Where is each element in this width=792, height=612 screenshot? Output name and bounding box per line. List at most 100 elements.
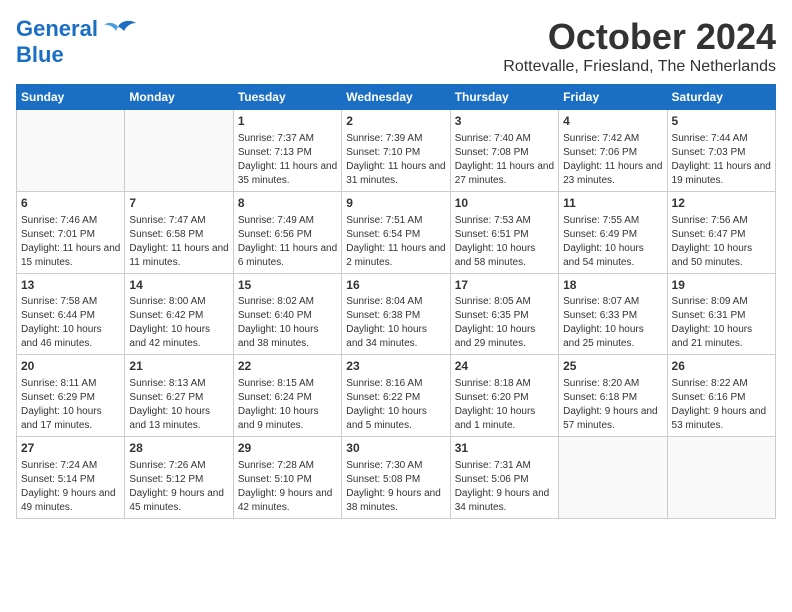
day-number: 23: [346, 358, 445, 375]
day-number: 25: [563, 358, 662, 375]
day-number: 6: [21, 195, 120, 212]
day-number: 17: [455, 277, 554, 294]
calendar-day-cell: 25 Sunrise: 8:20 AMSunset: 6:18 PMDayligh…: [559, 355, 667, 437]
day-number: 1: [238, 113, 337, 130]
day-info: Sunrise: 7:51 AMSunset: 6:54 PMDaylight:…: [346, 214, 445, 270]
day-number: 31: [455, 440, 554, 457]
calendar-day-cell: 6 Sunrise: 7:46 AMSunset: 7:01 PMDaylight…: [17, 191, 125, 273]
day-info: Sunrise: 8:13 AMSunset: 6:27 PMDaylight:…: [129, 377, 228, 433]
day-info: Sunrise: 8:07 AMSunset: 6:33 PMDaylight:…: [563, 295, 662, 351]
weekday-header: Sunday: [17, 85, 125, 110]
weekday-header: Friday: [559, 85, 667, 110]
calendar-week-row: 13Sunrise: 7:58 AMSunset: 6:44 PMDayligh…: [17, 273, 776, 355]
day-info: Sunrise: 7:47 AMSunset: 6:58 PMDaylight:…: [129, 214, 228, 270]
calendar-day-cell: [125, 110, 233, 192]
calendar-week-row: 1 Sunrise: 7:37 AMSunset: 7:13 PMDaylight…: [17, 110, 776, 192]
calendar-day-cell: 18Sunrise: 8:07 AMSunset: 6:33 PMDayligh…: [559, 273, 667, 355]
calendar-header-row: SundayMondayTuesdayWednesdayThursdayFrid…: [17, 85, 776, 110]
day-info: Sunrise: 7:39 AMSunset: 7:10 PMDaylight:…: [346, 132, 445, 188]
calendar-day-cell: 7 Sunrise: 7:47 AMSunset: 6:58 PMDaylight…: [125, 191, 233, 273]
calendar-day-cell: 22Sunrise: 8:15 AMSunset: 6:24 PMDayligh…: [233, 355, 341, 437]
weekday-header: Monday: [125, 85, 233, 110]
day-info: Sunrise: 7:46 AMSunset: 7:01 PMDaylight:…: [21, 214, 120, 270]
weekday-header: Saturday: [667, 85, 775, 110]
calendar-day-cell: [559, 437, 667, 519]
calendar-day-cell: 8Sunrise: 7:49 AMSunset: 6:56 PMDaylight…: [233, 191, 341, 273]
calendar-day-cell: [667, 437, 775, 519]
logo-text: GeneralBlue: [16, 16, 98, 68]
day-info: Sunrise: 7:55 AMSunset: 6:49 PMDaylight:…: [563, 214, 662, 270]
calendar-day-cell: 10 Sunrise: 7:53 AMSunset: 6:51 PMDayligh…: [450, 191, 558, 273]
calendar-day-cell: 30Sunrise: 7:30 AMSunset: 5:08 PMDayligh…: [342, 437, 450, 519]
day-info: Sunrise: 7:37 AMSunset: 7:13 PMDaylight:…: [238, 132, 337, 188]
day-number: 30: [346, 440, 445, 457]
day-number: 22: [238, 358, 337, 375]
day-info: Sunrise: 7:58 AMSunset: 6:44 PMDaylight:…: [21, 295, 120, 351]
day-info: Sunrise: 7:26 AMSunset: 5:12 PMDaylight:…: [129, 459, 228, 515]
calendar-day-cell: 5 Sunrise: 7:44 AMSunset: 7:03 PMDaylight…: [667, 110, 775, 192]
calendar-day-cell: 2Sunrise: 7:39 AMSunset: 7:10 PMDaylight…: [342, 110, 450, 192]
month-title: October 2024: [503, 16, 776, 58]
calendar-day-cell: 19Sunrise: 8:09 AMSunset: 6:31 PMDayligh…: [667, 273, 775, 355]
day-info: Sunrise: 7:42 AMSunset: 7:06 PMDaylight:…: [563, 132, 662, 188]
calendar-day-cell: 31Sunrise: 7:31 AMSunset: 5:06 PMDayligh…: [450, 437, 558, 519]
day-number: 13: [21, 277, 120, 294]
calendar-table: SundayMondayTuesdayWednesdayThursdayFrid…: [16, 84, 776, 519]
calendar-week-row: 27 Sunrise: 7:24 AMSunset: 5:14 PMDayligh…: [17, 437, 776, 519]
day-info: Sunrise: 7:44 AMSunset: 7:03 PMDaylight:…: [672, 132, 771, 188]
calendar-day-cell: 11 Sunrise: 7:55 AMSunset: 6:49 PMDayligh…: [559, 191, 667, 273]
day-number: 15: [238, 277, 337, 294]
calendar-day-cell: 27 Sunrise: 7:24 AMSunset: 5:14 PMDayligh…: [17, 437, 125, 519]
calendar-day-cell: 4Sunrise: 7:42 AMSunset: 7:06 PMDaylight…: [559, 110, 667, 192]
day-info: Sunrise: 8:04 AMSunset: 6:38 PMDaylight:…: [346, 295, 445, 351]
day-info: Sunrise: 7:28 AMSunset: 5:10 PMDaylight:…: [238, 459, 337, 515]
day-info: Sunrise: 8:20 AMSunset: 6:18 PMDaylight:…: [563, 377, 662, 433]
day-number: 21: [129, 358, 228, 375]
day-number: 28: [129, 440, 228, 457]
day-info: Sunrise: 8:16 AMSunset: 6:22 PMDaylight:…: [346, 377, 445, 433]
day-number: 29: [238, 440, 337, 457]
day-info: Sunrise: 8:00 AMSunset: 6:42 PMDaylight:…: [129, 295, 228, 351]
day-info: Sunrise: 8:22 AMSunset: 6:16 PMDaylight:…: [672, 377, 771, 433]
calendar-day-cell: 12 Sunrise: 7:56 AMSunset: 6:47 PMDayligh…: [667, 191, 775, 273]
day-number: 9: [346, 195, 445, 212]
day-info: Sunrise: 8:09 AMSunset: 6:31 PMDaylight:…: [672, 295, 771, 351]
weekday-header: Wednesday: [342, 85, 450, 110]
logo-bird-icon: [100, 19, 136, 47]
page-header: GeneralBlue October 2024 Rottevalle, Fri…: [16, 16, 776, 76]
day-number: 16: [346, 277, 445, 294]
day-number: 14: [129, 277, 228, 294]
day-info: Sunrise: 7:53 AMSunset: 6:51 PMDaylight:…: [455, 214, 554, 270]
day-number: 7: [129, 195, 228, 212]
day-number: 20: [21, 358, 120, 375]
weekday-header: Thursday: [450, 85, 558, 110]
day-number: 5: [672, 113, 771, 130]
calendar-day-cell: 26Sunrise: 8:22 AMSunset: 6:16 PMDayligh…: [667, 355, 775, 437]
day-number: 11: [563, 195, 662, 212]
day-info: Sunrise: 7:24 AMSunset: 5:14 PMDaylight:…: [21, 459, 120, 515]
calendar-day-cell: 15Sunrise: 8:02 AMSunset: 6:40 PMDayligh…: [233, 273, 341, 355]
calendar-day-cell: 20 Sunrise: 8:11 AMSunset: 6:29 PMDayligh…: [17, 355, 125, 437]
day-number: 8: [238, 195, 337, 212]
calendar-day-cell: 23 Sunrise: 8:16 AMSunset: 6:22 PMDayligh…: [342, 355, 450, 437]
day-info: Sunrise: 8:18 AMSunset: 6:20 PMDaylight:…: [455, 377, 554, 433]
calendar-day-cell: 14Sunrise: 8:00 AMSunset: 6:42 PMDayligh…: [125, 273, 233, 355]
day-info: Sunrise: 8:11 AMSunset: 6:29 PMDaylight:…: [21, 377, 120, 433]
calendar-day-cell: 3Sunrise: 7:40 AMSunset: 7:08 PMDaylight…: [450, 110, 558, 192]
calendar-day-cell: 24 Sunrise: 8:18 AMSunset: 6:20 PMDayligh…: [450, 355, 558, 437]
calendar-day-cell: 21 Sunrise: 8:13 AMSunset: 6:27 PMDayligh…: [125, 355, 233, 437]
title-block: October 2024 Rottevalle, Friesland, The …: [503, 16, 776, 76]
calendar-week-row: 20 Sunrise: 8:11 AMSunset: 6:29 PMDayligh…: [17, 355, 776, 437]
calendar-day-cell: 1 Sunrise: 7:37 AMSunset: 7:13 PMDaylight…: [233, 110, 341, 192]
calendar-day-cell: 13Sunrise: 7:58 AMSunset: 6:44 PMDayligh…: [17, 273, 125, 355]
day-info: Sunrise: 8:02 AMSunset: 6:40 PMDaylight:…: [238, 295, 337, 351]
day-number: 24: [455, 358, 554, 375]
day-number: 18: [563, 277, 662, 294]
day-number: 10: [455, 195, 554, 212]
day-number: 27: [21, 440, 120, 457]
calendar-day-cell: 17Sunrise: 8:05 AMSunset: 6:35 PMDayligh…: [450, 273, 558, 355]
calendar-day-cell: [17, 110, 125, 192]
day-info: Sunrise: 7:56 AMSunset: 6:47 PMDaylight:…: [672, 214, 771, 270]
calendar-day-cell: 28 Sunrise: 7:26 AMSunset: 5:12 PMDayligh…: [125, 437, 233, 519]
day-number: 12: [672, 195, 771, 212]
